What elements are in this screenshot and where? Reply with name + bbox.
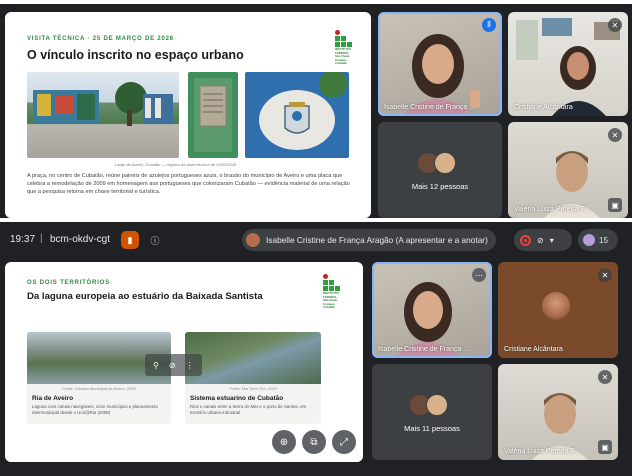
participant-name: Valéria Luiza Pereira F...	[504, 448, 580, 455]
presenter-label: Isabelle Cristine de França Aragão (A ap…	[266, 235, 488, 245]
pin-tile-icon[interactable]: ▣	[598, 440, 612, 454]
tile-hover-controls[interactable]: ⚲ ⊘ ⋮	[145, 354, 202, 376]
pin-icon[interactable]: ⚲	[153, 361, 159, 370]
slide-body-text: A praça, no centro de Cubatão, reúne pai…	[27, 173, 350, 195]
if-logo: INSTITUTO FEDERAL São Paulo Campus Cubatão	[335, 30, 357, 65]
more-options-icon[interactable]: ⋯	[472, 268, 486, 282]
participant-name: Isabelle Cristine de França ...	[378, 346, 470, 353]
clock: 19:37	[10, 234, 36, 245]
presenter-avatar	[246, 233, 260, 247]
more-options-icon[interactable]: ⋮	[186, 361, 194, 370]
participant-tile-others[interactable]: Mais 12 pessoas	[378, 122, 502, 218]
participant-name: Cristiane Alcântara	[514, 104, 573, 111]
mic-off-icon: ✕	[608, 128, 622, 142]
coat-of-arms-photo	[245, 72, 349, 158]
pin-tile-icon[interactable]: ▣	[608, 198, 622, 212]
plaza-illustration	[33, 82, 173, 126]
participant-name: Cristiane Alcântara	[504, 346, 563, 353]
mic-off-icon: ✕	[608, 18, 622, 32]
fullscreen-icon[interactable]: ⤢	[332, 430, 356, 454]
card-source: Fonte: Mar Sem Fim, 2018	[229, 386, 277, 391]
participant-tile-isabelle[interactable]: ⦀ Isabelle Cristine de França ...	[378, 12, 502, 116]
audio-level-icon: ⦀	[482, 18, 496, 32]
photo-caption: Largo de Aveiro, Cubatão — registro da v…	[115, 162, 237, 167]
slide-kicker: OS DOIS TERRITÓRIOS	[27, 280, 110, 286]
card-description: Rios e canais entre a Serra do Mar e o p…	[190, 404, 307, 415]
territory-card-aveiro: Fonte: Câmara Municipal de Aveiro, 2026 …	[27, 332, 171, 424]
card-title: Sistema estuarino de Cubatão	[190, 395, 284, 402]
if-logo: INSTITUTO FEDERAL São Paulo Campus Cubatão	[323, 274, 345, 309]
card-source: Fonte: Câmara Municipal de Aveiro, 2026	[62, 386, 136, 391]
participant-tile-isabelle[interactable]: ⋯ Isabelle Cristine de França ...	[372, 262, 492, 358]
more-participants-label: Mais 11 pessoas	[404, 424, 460, 433]
avatar	[542, 292, 570, 320]
slide-kicker: VISITA TÉCNICA · 25 DE MARÇO DE 2026	[27, 36, 174, 42]
cubatao-aerial-photo	[185, 332, 321, 384]
slide-title: Da laguna europeia ao estuário da Baixad…	[27, 291, 263, 302]
zoom-in-icon[interactable]: ⊕	[272, 430, 296, 454]
presentation-zoom-controls: ⊕ ⧉ ⤢	[272, 430, 356, 454]
people-icon	[583, 234, 595, 246]
card-description: Laguna com canais navegáveis, onze munic…	[32, 404, 158, 415]
topbar-separator: |	[40, 233, 43, 244]
more-participants-label: Mais 12 pessoas	[411, 182, 469, 191]
participant-tile-valeria[interactable]: ✕ ▣ Valéria Luiza Pereira F...	[508, 122, 628, 218]
slide-title: O vínculo inscrito no espaço urbano	[27, 48, 244, 62]
participant-tile-cristiane[interactable]: ✕ Cristiane Alcântara	[508, 12, 628, 116]
mic-off-icon: ✕	[598, 370, 612, 384]
territory-card-cubatao: Fonte: Mar Sem Fim, 2018 Sistema estuari…	[185, 332, 321, 424]
open-in-new-icon[interactable]: ⧉	[302, 430, 326, 454]
participant-tile-others[interactable]: Mais 11 pessoas	[372, 364, 492, 460]
presentation-slide: VISITA TÉCNICA · 25 DE MARÇO DE 2026 O v…	[5, 12, 371, 218]
record-icon[interactable]	[520, 234, 531, 246]
grouped-avatars	[409, 394, 448, 416]
meeting-code: bcm-okdv-cgt	[50, 234, 111, 245]
mute-video-icon[interactable]: ⊘	[169, 361, 176, 370]
participants-button[interactable]: 15	[578, 229, 618, 251]
plaque-photo	[188, 72, 238, 158]
participant-tile-cristiane[interactable]: ✕ Cristiane Alcântara	[498, 262, 618, 358]
plaza-photo	[27, 72, 179, 158]
participant-name: Valéria Luiza Pereira F...	[514, 206, 590, 213]
meet-window-bottom: 19:37 | bcm-okdv-cgt ▮ ⓘ Isabelle Cristi…	[0, 222, 632, 476]
card-title: Ria de Aveiro	[32, 395, 74, 402]
participant-count: 15	[599, 235, 608, 245]
recording-controls[interactable]: ⊘ ▾	[514, 229, 572, 251]
mic-off-icon: ✕	[598, 268, 612, 282]
participant-name: Isabelle Cristine de França ...	[384, 104, 476, 111]
grouped-avatars	[417, 152, 456, 174]
meet-window-top: VISITA TÉCNICA · 25 DE MARÇO DE 2026 O v…	[0, 4, 632, 218]
participant-tile-valeria[interactable]: ✕ ▣ Valéria Luiza Pereira F...	[498, 364, 618, 460]
presenter-chip[interactable]: Isabelle Cristine de França Aragão (A ap…	[242, 229, 496, 251]
cc-off-icon[interactable]: ⊘	[537, 236, 544, 245]
info-icon[interactable]: ⓘ	[146, 231, 164, 249]
whiteboard-icon[interactable]: ▮	[121, 231, 139, 249]
chevron-down-icon[interactable]: ▾	[550, 236, 554, 245]
meeting-topbar: 19:37 | bcm-okdv-cgt ▮ ⓘ Isabelle Cristi…	[0, 222, 632, 258]
